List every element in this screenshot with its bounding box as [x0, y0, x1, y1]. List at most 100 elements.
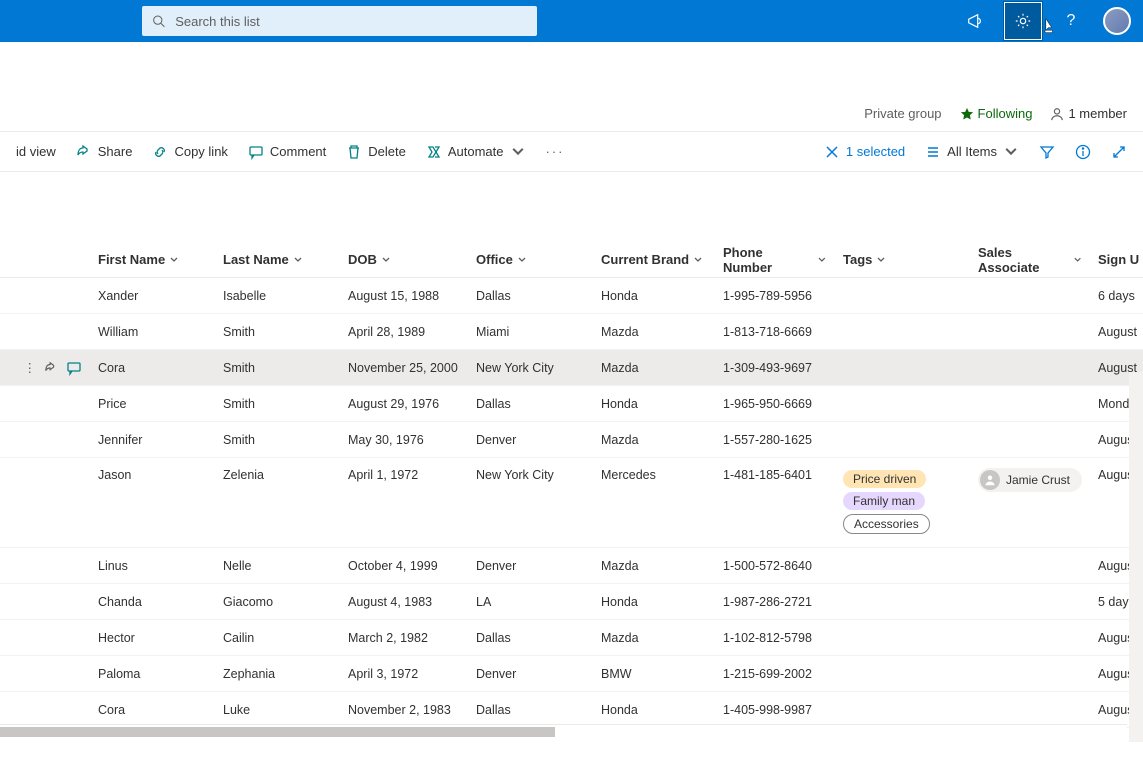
search-input[interactable]	[173, 13, 527, 30]
star-icon	[960, 107, 974, 121]
cell-dob: November 25, 2000	[340, 361, 468, 375]
tag-pill[interactable]: Accessories	[843, 514, 930, 534]
column-header-last_name[interactable]: Last Name	[215, 252, 340, 267]
comment-icon[interactable]	[66, 360, 82, 376]
gear-icon	[1014, 12, 1032, 30]
table-row[interactable]: ChandaGiacomoAugust 4, 1983LAHonda1-987-…	[0, 584, 1143, 620]
link-icon	[152, 144, 168, 160]
tag-pill[interactable]: Family man	[843, 492, 925, 510]
cell-last-name: Smith	[215, 397, 340, 411]
person-icon	[1050, 107, 1064, 121]
comment-button[interactable]: Comment	[240, 140, 334, 164]
cell-brand: Mazda	[593, 361, 715, 375]
cell-first-name: Paloma	[90, 667, 215, 681]
column-header-first_name[interactable]: First Name	[90, 252, 215, 267]
selected-count[interactable]: 1 selected	[816, 140, 913, 164]
trash-icon	[346, 144, 362, 160]
chevron-down-icon	[817, 255, 827, 265]
table-row[interactable]: caXanderIsabelleAugust 15, 1988DallasHon…	[0, 278, 1143, 314]
cell-phone: 1-557-280-1625	[715, 433, 835, 447]
column-header-sales_assoc[interactable]: Sales Associate	[970, 245, 1090, 275]
cell-brand: Mazda	[593, 631, 715, 645]
filter-button[interactable]	[1031, 136, 1063, 168]
following-toggle[interactable]: Following	[960, 106, 1033, 121]
cell-dob: April 3, 1972	[340, 667, 468, 681]
table-row[interactable]: HectorCailinMarch 2, 1982DallasMazda1-10…	[0, 620, 1143, 656]
cell-last-name: Giacomo	[215, 595, 340, 609]
cell-last-name: Zelenia	[215, 468, 340, 482]
expand-button[interactable]	[1103, 136, 1135, 168]
vertical-scrollbar[interactable]	[1129, 372, 1143, 742]
cell-office: Dallas	[468, 397, 593, 411]
user-avatar[interactable]	[1103, 7, 1131, 35]
tag-pill[interactable]: Price driven	[843, 470, 926, 488]
share-icon	[76, 144, 92, 160]
view-selector[interactable]: All Items	[917, 140, 1027, 164]
persona-chip[interactable]: Jamie Crust	[978, 468, 1082, 492]
cell-first-name: Xander	[90, 289, 215, 303]
cell-brand: Honda	[593, 289, 715, 303]
overflow-button[interactable]: ···	[538, 140, 573, 163]
group-privacy: Private group	[864, 106, 941, 121]
help-button[interactable]: ?	[1051, 1, 1091, 41]
chevron-down-icon	[1003, 144, 1019, 160]
table-row[interactable]: us.caCoraLukeNovember 2, 1983DallasHonda…	[0, 692, 1143, 728]
column-header-signup[interactable]: Sign U	[1090, 252, 1143, 267]
copy-link-button[interactable]: Copy link	[144, 140, 235, 164]
table-row[interactable]: JasonZeleniaApril 1, 1972New York CityMe…	[0, 458, 1143, 548]
column-header-office[interactable]: Office	[468, 252, 593, 267]
chevron-down-icon	[517, 255, 527, 265]
search-box[interactable]	[142, 6, 537, 36]
cell-dob: April 28, 1989	[340, 325, 468, 339]
cell-first-name: Hector	[90, 631, 215, 645]
column-header-phone[interactable]: Phone Number	[715, 245, 835, 275]
cell-brand: Honda	[593, 397, 715, 411]
column-header-tags[interactable]: Tags	[835, 252, 970, 267]
cell-dob: August 4, 1983	[340, 595, 468, 609]
table-row[interactable]: LinusNelleOctober 4, 1999DenverMazda1-50…	[0, 548, 1143, 584]
automate-button[interactable]: Automate	[418, 140, 534, 164]
cell-last-name: Smith	[215, 361, 340, 375]
table-row[interactable]: WilliamSmithApril 28, 1989MiamiMazda1-81…	[0, 314, 1143, 350]
members-link[interactable]: 1 member	[1050, 106, 1127, 121]
clear-selection-icon	[824, 144, 840, 160]
cell-office: Miami	[468, 325, 593, 339]
cell-office: Dallas	[468, 631, 593, 645]
horizontal-scrollbar[interactable]	[0, 724, 1127, 738]
cell-office: LA	[468, 595, 593, 609]
megaphone-button[interactable]	[955, 1, 995, 41]
cell-last-name: Isabelle	[215, 289, 340, 303]
column-header-dob[interactable]: DOB	[340, 252, 468, 267]
command-bar: id view Share Copy link Comment Delete A…	[0, 132, 1143, 172]
settings-button[interactable]	[1003, 1, 1043, 41]
cell-dob: November 2, 1983	[340, 703, 468, 717]
cell-office: New York City	[468, 468, 593, 482]
cell-phone: 1-500-572-8640	[715, 559, 835, 573]
help-icon: ?	[1067, 12, 1076, 30]
table-row[interactable]: ⋮ CoraSmithNovember 25, 2000New York Cit…	[0, 350, 1143, 386]
table-row[interactable]: nostraper.eduPriceSmithAugust 29, 1976Da…	[0, 386, 1143, 422]
cell-last-name: Zephania	[215, 667, 340, 681]
column-header-brand[interactable]: Current Brand	[593, 252, 715, 267]
cell-office: Denver	[468, 559, 593, 573]
grid-view-button[interactable]: id view	[8, 140, 64, 163]
cell-phone: 1-102-812-5798	[715, 631, 835, 645]
delete-button[interactable]: Delete	[338, 140, 414, 164]
share-button[interactable]: Share	[68, 140, 141, 164]
site-header: Private group Following 1 member	[0, 42, 1143, 132]
more-icon[interactable]: ⋮	[24, 360, 37, 375]
cell-first-name: Price	[90, 397, 215, 411]
chevron-down-icon	[510, 144, 526, 160]
cell-brand: Mercedes	[593, 468, 715, 482]
list-area: First Name Last Name DOB Office Current …	[0, 172, 1143, 742]
table-row[interactable]: rsusa.comPalomaZephaniaApril 3, 1972Denv…	[0, 656, 1143, 692]
cell-first-name: Jason	[90, 468, 215, 482]
search-icon	[152, 14, 165, 28]
info-button[interactable]	[1067, 136, 1099, 168]
column-header-row: First Name Last Name DOB Office Current …	[0, 242, 1143, 278]
cell-dob: August 15, 1988	[340, 289, 468, 303]
cell-brand: Mazda	[593, 433, 715, 447]
cell-first-name: Cora	[90, 703, 215, 717]
table-row[interactable]: duJenniferSmithMay 30, 1976DenverMazda1-…	[0, 422, 1143, 458]
share-icon[interactable]	[44, 361, 58, 375]
